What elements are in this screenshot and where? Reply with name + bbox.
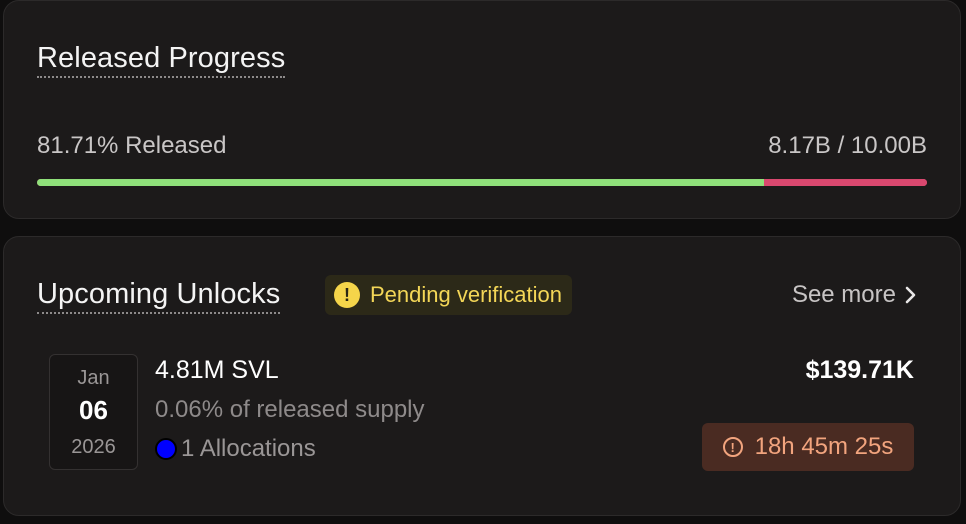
released-amount-label: 8.17B / 10.00B: [768, 132, 927, 159]
see-more-label: See more: [791, 281, 896, 308]
upcoming-unlocks-title[interactable]: Upcoming Unlocks: [37, 277, 281, 314]
remaining-progress-fill: [764, 179, 927, 186]
unlock-usd-value: $139.71K: [805, 356, 914, 384]
unlock-allocations[interactable]: 1 Allocations: [155, 434, 316, 464]
alert-clock-icon: !: [722, 437, 743, 457]
warning-icon: !: [334, 282, 360, 308]
pending-verification-badge[interactable]: ! Pending verification: [325, 275, 573, 315]
released-progress-title[interactable]: Released Progress: [37, 41, 286, 78]
pending-verification-label: Pending verification: [370, 282, 563, 307]
allocations-label: 1 Allocations: [181, 435, 316, 462]
chevron-right-icon: [905, 286, 916, 304]
released-progress-card: Released Progress 81.71% Released 8.17B …: [3, 0, 961, 219]
unlock-date: Jan 06 2026: [49, 354, 138, 470]
unlock-date-year: 2026: [71, 436, 116, 458]
released-progress-bar: [37, 179, 927, 186]
released-progress-fill: [37, 179, 765, 186]
see-more-link[interactable]: See more: [792, 281, 918, 309]
unlock-token-amount: 4.81M SVL: [155, 356, 279, 384]
countdown-label: 18h 45m 25s: [754, 433, 894, 460]
unlock-supply-percent: 0.06% of released supply: [155, 396, 425, 423]
unlock-countdown: ! 18h 45m 25s: [702, 423, 914, 471]
upcoming-unlocks-card: Upcoming Unlocks ! Pending verification …: [3, 236, 961, 516]
unlock-date-month: Jan: [77, 367, 110, 389]
allocation-color-dot: [155, 438, 177, 460]
released-percent-label: 81.71% Released: [37, 132, 227, 159]
unlock-date-day: 06: [79, 395, 108, 425]
